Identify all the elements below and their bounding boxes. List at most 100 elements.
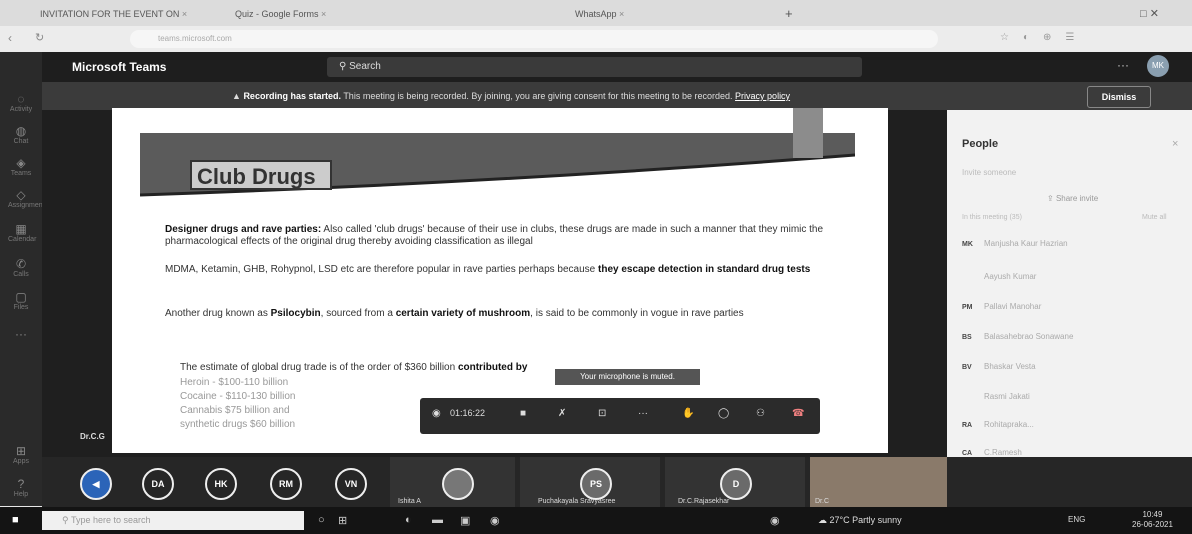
tab-invitation[interactable]: INVITATION FOR THE EVENT ON × bbox=[40, 4, 215, 24]
chat-icon[interactable]: ◯ bbox=[718, 408, 729, 419]
avatar[interactable]: MK bbox=[1147, 55, 1169, 77]
hang-up-icon[interactable]: ☎ bbox=[792, 408, 804, 419]
share-invite-button[interactable]: ⇪ Share invite bbox=[1047, 194, 1098, 203]
participant-name: Dr.C bbox=[815, 498, 829, 505]
rail-chat[interactable]: ◍ Chat bbox=[8, 124, 34, 145]
mic-muted-toast: Your microphone is muted. bbox=[555, 369, 700, 385]
close-icon[interactable]: × bbox=[1172, 138, 1178, 150]
browser-icon[interactable]: ◐ bbox=[405, 514, 412, 526]
ellipsis-icon: ··· bbox=[15, 327, 27, 341]
mic-off-icon[interactable]: ✗ bbox=[558, 408, 566, 419]
window-controls[interactable]: □ ✕ bbox=[1140, 4, 1180, 24]
slide-line-cannabis: Cannabis $75 billion and bbox=[180, 405, 290, 416]
taskbar-search-input[interactable]: ⚲ Type here to search bbox=[42, 511, 304, 530]
slide-line-synthetic: synthetic drugs $60 billion bbox=[180, 419, 296, 430]
record-icon[interactable]: ◉ bbox=[770, 514, 780, 527]
participant-row[interactable]: BV Bhaskar Vesta bbox=[962, 358, 1177, 376]
url-field[interactable]: teams.microsoft.com bbox=[130, 30, 938, 48]
help-icon: ? bbox=[17, 477, 25, 491]
slide-paragraph-2: MDMA, Ketamin, GHB, Rohypnol, LSD etc ar… bbox=[165, 264, 811, 275]
slide-stripe bbox=[793, 108, 823, 158]
reload-icon[interactable]: ↻ bbox=[35, 31, 44, 44]
avatar[interactable]: VN bbox=[335, 468, 367, 500]
rail-apps[interactable]: ⊞ Apps bbox=[8, 444, 34, 465]
self-video-tile[interactable] bbox=[810, 457, 947, 507]
rail-help[interactable]: ? Help bbox=[8, 477, 34, 498]
weather-widget[interactable]: ☁ 27°C Partly sunny bbox=[818, 515, 902, 526]
slide-line-cocaine: Cocaine - $110-130 billion bbox=[180, 391, 296, 402]
participant-row[interactable]: PM Pallavi Manohar bbox=[962, 298, 1177, 316]
invite-input[interactable]: Invite someone bbox=[962, 168, 1016, 177]
slide-line-heroin: Heroin - $100-110 billion bbox=[180, 377, 289, 388]
avatar[interactable]: ◀ bbox=[80, 468, 112, 500]
raise-hand-icon[interactable]: ✋ bbox=[682, 408, 694, 419]
avatar[interactable]: D bbox=[720, 468, 752, 500]
participant-name: Ishita A bbox=[398, 498, 421, 505]
dismiss-button[interactable]: Dismiss bbox=[1087, 86, 1151, 108]
new-tab-icon[interactable]: + bbox=[785, 4, 805, 24]
participant-row[interactable]: MK Manjusha Kaur Hazrian bbox=[962, 235, 1177, 253]
search-input[interactable]: ⚲ Search bbox=[327, 57, 862, 77]
participant-name: Puchakayala Sravyasree bbox=[538, 498, 616, 505]
call-timer: 01:16:22 bbox=[450, 408, 486, 418]
avatar[interactable]: DA bbox=[142, 468, 174, 500]
participants-icon[interactable]: ⚇ bbox=[756, 408, 765, 419]
left-rail: ◌ Activity ◍ Chat ◈ Teams ◇ Assignments ▦ Cal… bbox=[0, 52, 48, 506]
more-options-icon[interactable]: ··· bbox=[1117, 58, 1129, 72]
recording-banner: ▲ Recording has started. This meeting is… bbox=[42, 82, 1192, 110]
app-title: Microsoft Teams bbox=[72, 60, 167, 74]
clock[interactable]: 10:49 26-06-2021 bbox=[1132, 510, 1173, 530]
banner-text: This meeting is being recorded. By joini… bbox=[343, 91, 733, 101]
avatar[interactable] bbox=[442, 468, 474, 500]
calendar-icon: ▦ bbox=[15, 222, 27, 236]
more-actions-icon[interactable]: ··· bbox=[638, 408, 648, 419]
banner-bold: Recording has started. bbox=[243, 91, 341, 101]
rail-calls[interactable]: ✆ Calls bbox=[8, 257, 34, 278]
chat-icon: ◍ bbox=[15, 124, 27, 138]
tab-google-forms[interactable]: Quiz - Google Forms × bbox=[235, 4, 355, 24]
taskbar-app-icon[interactable]: ⊞ bbox=[338, 514, 347, 527]
participant-name: Dr.C.Rajasekhar bbox=[678, 498, 730, 505]
language-indicator[interactable]: ENG bbox=[1068, 515, 1085, 524]
mute-all-link[interactable]: Mute all bbox=[1142, 214, 1167, 221]
participant-row[interactable]: BS Balasahebrao Sonawane bbox=[962, 328, 1177, 346]
teams-icon: ◈ bbox=[16, 156, 26, 170]
avatar[interactable]: HK bbox=[205, 468, 237, 500]
people-section-header: In this meeting (35) bbox=[962, 214, 1022, 221]
back-icon[interactable]: ‹ bbox=[8, 31, 12, 45]
explorer-icon[interactable]: ▬ bbox=[432, 514, 443, 526]
people-title: People bbox=[962, 138, 999, 150]
apps-icon: ⊞ bbox=[15, 444, 27, 458]
call-toolbar: ◉ 01:16:22 ■ ✗ ⊡ ··· ✋ ◯ ⚇ ☎ bbox=[420, 398, 820, 434]
camera-icon[interactable]: ■ bbox=[520, 408, 526, 419]
rail-more[interactable]: ··· bbox=[8, 327, 34, 341]
windows-taskbar: ■ ⚲ Type here to search ○ ⊞ ◐ ▬ ▣ ◉ ◉ ☁ … bbox=[0, 507, 1192, 534]
slide-paragraph-3: Another drug known as Psilocybin, source… bbox=[165, 308, 744, 319]
file-icon: ▢ bbox=[15, 290, 27, 304]
tab-whatsapp[interactable]: WhatsApp × bbox=[575, 4, 725, 24]
slide-title: Club Drugs bbox=[190, 160, 332, 190]
rail-calendar[interactable]: ▦ Calendar bbox=[8, 222, 36, 243]
task-view-icon[interactable]: ○ bbox=[318, 514, 325, 526]
privacy-policy-link[interactable]: Privacy policy bbox=[735, 91, 790, 101]
recording-indicator-icon: ◉ bbox=[432, 408, 441, 419]
rail-activity[interactable]: ◌ Activity bbox=[8, 92, 34, 113]
store-icon[interactable]: ▣ bbox=[460, 514, 470, 527]
presenter-label: Dr.C.G bbox=[80, 432, 105, 441]
participant-row[interactable]: Rasmi Jakati bbox=[962, 388, 1177, 406]
participant-row[interactable]: Aayush Kumar bbox=[962, 268, 1177, 286]
participant-row[interactable]: RA Rohitapraka... bbox=[962, 416, 1177, 434]
assignments-icon: ◇ bbox=[16, 188, 26, 202]
rail-teams[interactable]: ◈ Teams bbox=[8, 156, 34, 177]
avatar[interactable]: RM bbox=[270, 468, 302, 500]
rail-files[interactable]: ▢ Files bbox=[8, 290, 34, 311]
browser-toolbar-icons[interactable]: ☆◐⊕☰ bbox=[1000, 32, 1088, 43]
bell-icon: ◌ bbox=[17, 92, 25, 106]
windows-start-icon[interactable]: ■ bbox=[12, 514, 19, 526]
share-screen-icon[interactable]: ⊡ bbox=[598, 408, 606, 419]
phone-icon: ✆ bbox=[15, 257, 27, 271]
teams-taskbar-icon[interactable]: ◉ bbox=[490, 514, 500, 527]
avatar[interactable]: PS bbox=[580, 468, 612, 500]
rail-assignments[interactable]: ◇ Assignments bbox=[8, 188, 48, 209]
teams-header: ⠿ Microsoft Teams ⚲ Search ··· MK bbox=[12, 52, 1192, 82]
